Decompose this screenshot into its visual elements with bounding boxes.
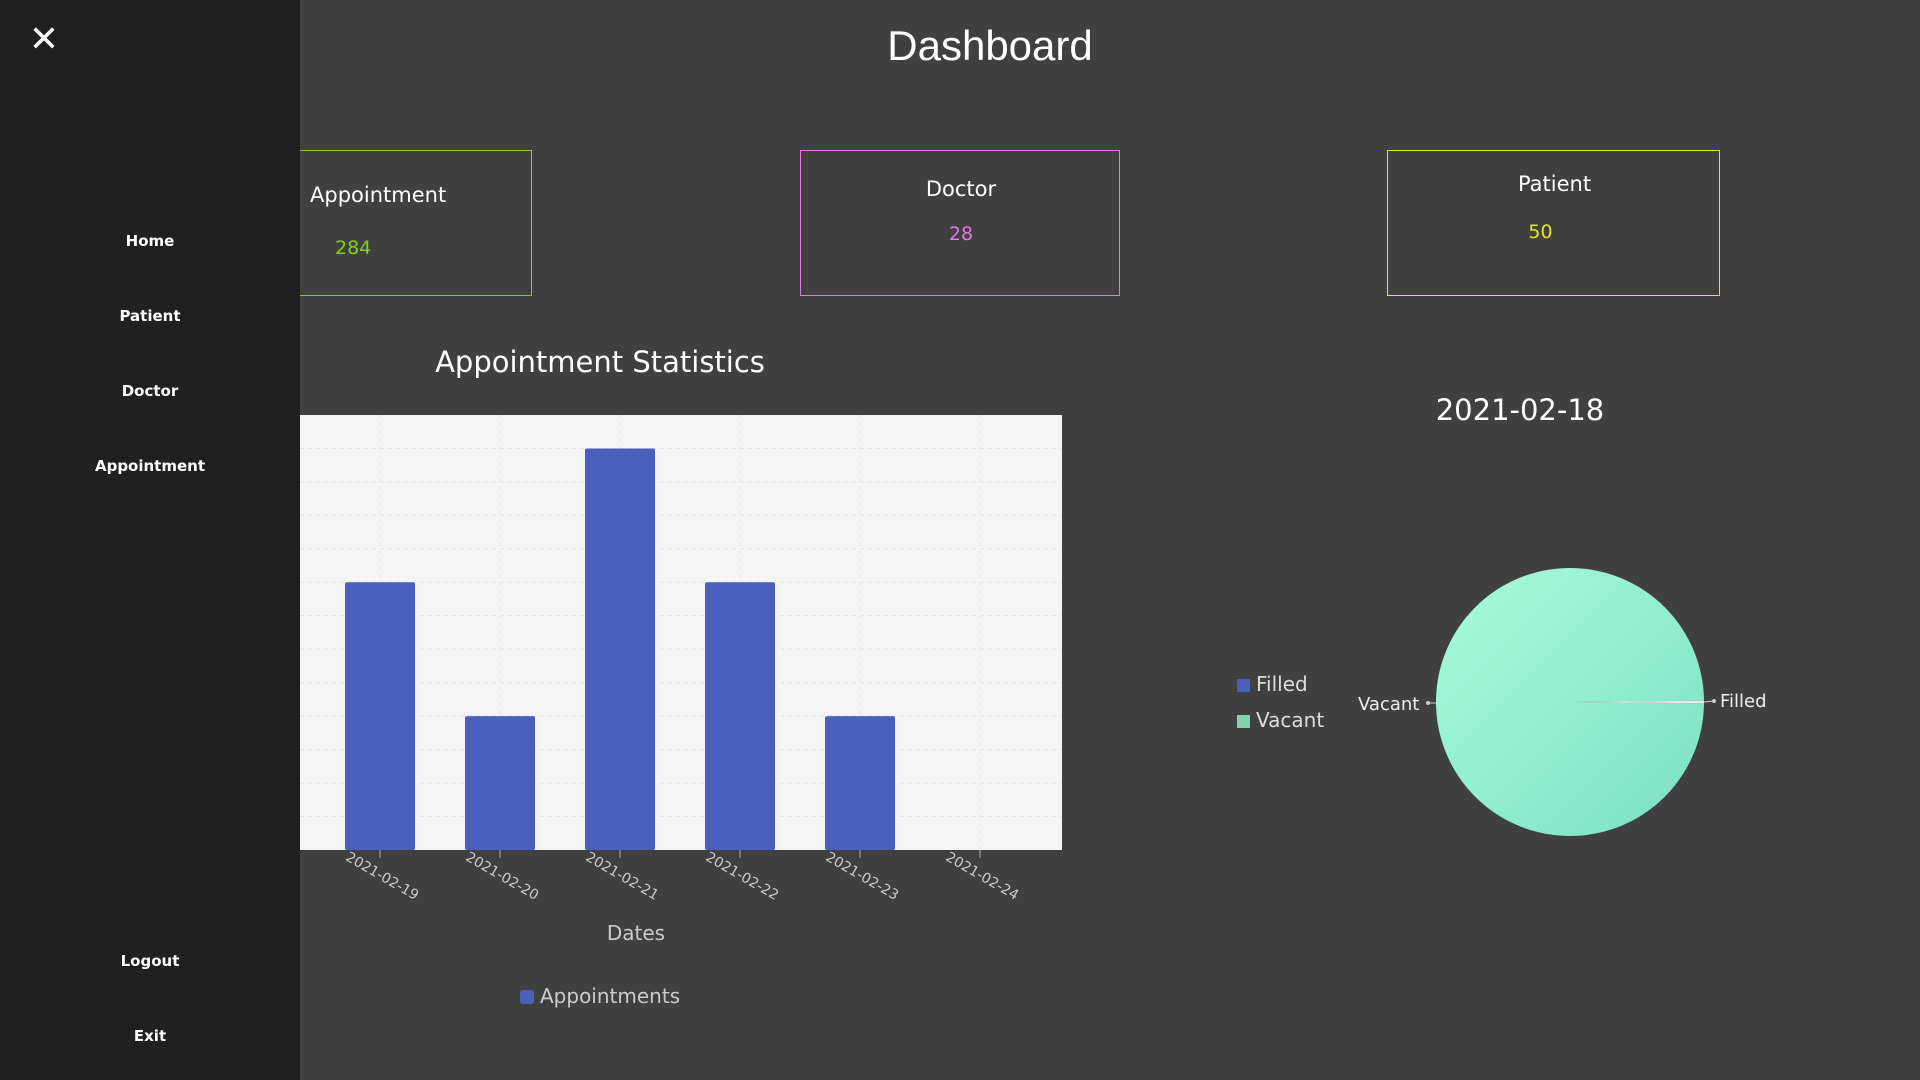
appointment-card: Appointment 284 [260, 150, 532, 296]
legend-label-appointments: Appointments [540, 984, 680, 1008]
x-tick-label: 2021-02-21 [583, 849, 661, 904]
sidebar-item-home[interactable]: Home [0, 232, 300, 250]
filled-swatch [1237, 679, 1250, 692]
close-icon[interactable]: ✕ [26, 22, 62, 58]
x-axis-label: Dates [607, 921, 665, 945]
bar-2021-02-19 [345, 582, 415, 850]
pie-legend-vacant: Vacant [1237, 708, 1324, 732]
pie-legend-vacant-label: Vacant [1256, 708, 1325, 732]
leader-dot-vacant [1426, 701, 1430, 705]
vacant-swatch [1237, 715, 1250, 728]
x-tick-label: 2021-02-23 [823, 849, 901, 904]
patient-card: Patient 50 [1387, 150, 1720, 296]
appointment-card-value: 284 [335, 237, 372, 259]
bar-2021-02-22 [705, 582, 775, 850]
pie-legend-filled: Filled [1237, 672, 1308, 696]
appointment-bar-chart: 2021-02-18 2021-02-19 2021-02-20 2021-02-21… [300, 415, 1062, 1008]
filled-vacant-pie-chart [1426, 568, 1716, 836]
leader-dot-filled [1712, 699, 1716, 703]
bar-chart-title: Appointment Statistics [435, 345, 765, 379]
pie-label-vacant: Vacant [1358, 694, 1420, 715]
bar-2021-02-20 [465, 716, 535, 850]
doctor-card-value: 28 [948, 223, 974, 245]
sidebar-item-patient[interactable]: Patient [0, 307, 300, 325]
x-tick-label: 2021-02-19 [343, 849, 421, 904]
doctor-card: Doctor 28 [800, 150, 1120, 296]
x-tick-label: 2021-02-18 [300, 849, 301, 904]
doctor-card-label: Doctor [925, 177, 997, 201]
pie-legend-filled-label: Filled [1256, 672, 1308, 696]
pie-chart-title: 2021-02-18 [1435, 393, 1605, 427]
x-tick-label: 2021-02-24 [943, 849, 1022, 904]
sidebar-item-doctor[interactable]: Doctor [0, 382, 300, 400]
page-title: Dashboard [887, 22, 1093, 69]
patient-card-value: 50 [1528, 221, 1553, 243]
sidebar-item-appointment[interactable]: Appointment [0, 457, 300, 475]
x-tick-label: 2021-02-20 [463, 849, 541, 904]
sidebar-item-logout[interactable]: Logout [0, 952, 300, 970]
patient-card-label: Patient [1517, 172, 1592, 196]
sidebar: ✕ Home Patient Doctor Appointment Logout… [0, 0, 300, 1080]
pie-label-filled: Filled [1720, 691, 1767, 712]
bar-2021-02-21 [585, 448, 655, 850]
legend-swatch-appointments [520, 990, 534, 1004]
bar-2021-02-23 [825, 716, 895, 850]
sidebar-item-exit[interactable]: Exit [0, 1027, 300, 1045]
appointment-card-label: Appointment [310, 183, 447, 207]
x-tick-label: 2021-02-22 [703, 849, 781, 904]
